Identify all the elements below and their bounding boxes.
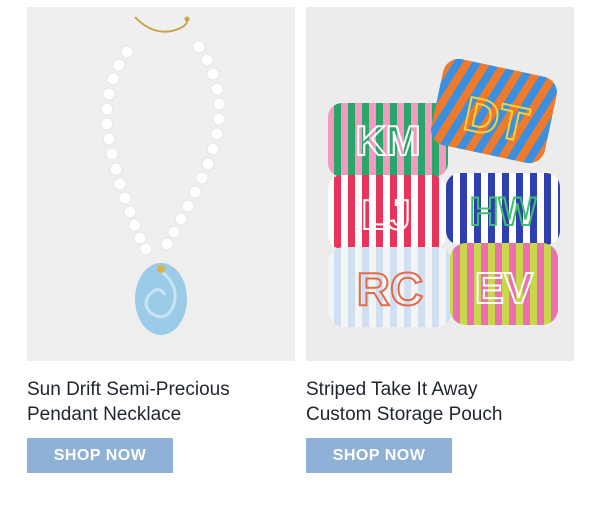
necklace-photo-icon [27, 7, 295, 361]
svg-text:RC: RC [357, 263, 423, 315]
product-title-line2: Custom Storage Pouch [306, 404, 503, 425]
svg-text:KM: KM [355, 117, 420, 164]
product-title-line2: Pendant Necklace [27, 404, 182, 425]
product-card-pouch: KM DT LJ HW RC EV Striped Take It Away C… [306, 7, 574, 429]
shop-now-button-pouch[interactable]: SHOP NOW [306, 438, 452, 473]
product-title-line1: Striped Take It Away [306, 379, 478, 400]
shop-now-button-necklace[interactable]: SHOP NOW [27, 438, 173, 473]
product-title-line1: Sun Drift Semi-Precious [27, 379, 230, 400]
svg-text:HW: HW [470, 190, 537, 234]
svg-text:EV: EV [475, 264, 534, 313]
svg-text:LJ: LJ [361, 191, 410, 238]
product-card-necklace: Sun Drift Semi-Precious Pendant Necklace [27, 7, 295, 429]
product-image-necklace[interactable] [27, 7, 295, 361]
product-title-pouch[interactable]: Striped Take It Away Custom Storage Pouc… [306, 377, 574, 429]
product-image-pouch[interactable]: KM DT LJ HW RC EV [306, 7, 574, 361]
pouches-photo-icon: KM DT LJ HW RC EV [306, 7, 574, 361]
product-title-necklace[interactable]: Sun Drift Semi-Precious Pendant Necklace [27, 377, 295, 429]
